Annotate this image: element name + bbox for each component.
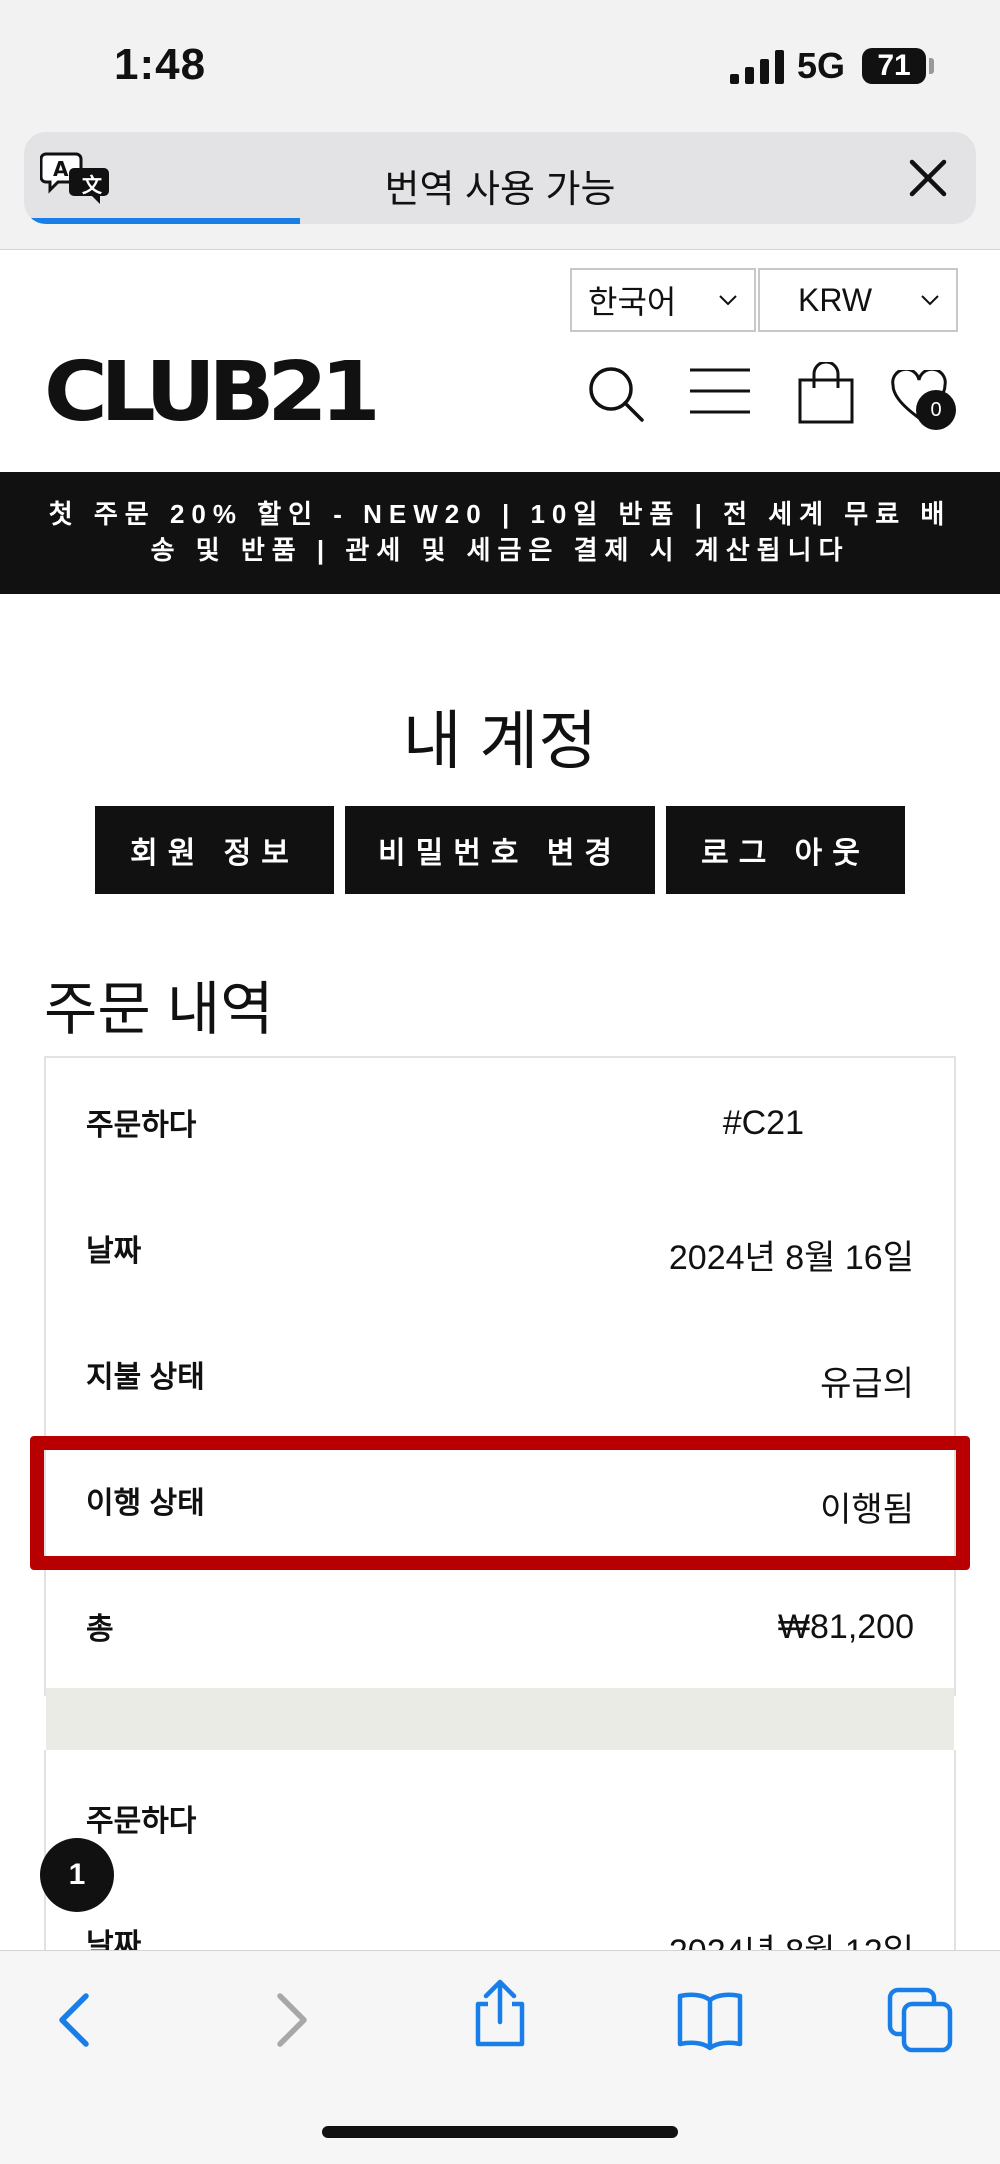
signal-icon bbox=[730, 50, 784, 84]
search-icon[interactable] bbox=[586, 364, 646, 424]
share-icon[interactable] bbox=[464, 1978, 536, 2050]
cart-icon[interactable] bbox=[796, 362, 856, 424]
network-type: 5G bbox=[797, 45, 846, 86]
order-number-row: 주문하다 bbox=[46, 1754, 954, 1854]
order-separator bbox=[46, 1688, 954, 1750]
status-time: 1:48 bbox=[114, 40, 207, 89]
order-number-link[interactable]: #C21 bbox=[723, 1104, 804, 1143]
order-number-row: 주문하다 #C21 bbox=[46, 1058, 954, 1158]
announcement-line-1: 첫 주문 20% 할인 - NEW20 | 10일 반품 | 전 세계 무료 배 bbox=[48, 499, 952, 529]
row-value: ₩81,200 bbox=[777, 1608, 914, 1646]
language-value: 한국어 bbox=[588, 284, 677, 320]
order-date-row: 날짜 2024년 8월 16일 bbox=[46, 1184, 954, 1284]
order-total-row: 총 ₩81,200 bbox=[46, 1562, 954, 1662]
row-label: 주문하다 bbox=[86, 1805, 197, 1838]
currency-value: KRW bbox=[798, 281, 873, 318]
currency-select[interactable]: KRW bbox=[758, 268, 958, 332]
card-border-left bbox=[44, 1750, 46, 1950]
translation-banner: A 文 번역 사용 가능 bbox=[0, 130, 1000, 250]
translation-text: 번역 사용 가능 bbox=[384, 169, 616, 211]
change-password-button[interactable]: 비밀번호 변경 bbox=[345, 806, 655, 894]
battery-tip bbox=[929, 58, 934, 74]
back-icon[interactable] bbox=[40, 1984, 112, 2056]
battery-icon: 71 bbox=[862, 48, 926, 84]
site-logo[interactable]: CLUB21 bbox=[44, 352, 381, 434]
order-history-list: 주문하다 #C21 날짜 2024년 8월 16일 지불 상태 유급의 이행 상… bbox=[44, 1056, 956, 1838]
close-icon[interactable] bbox=[904, 154, 952, 202]
row-label: 총 bbox=[86, 1613, 114, 1646]
payment-status-row: 지불 상태 유급의 bbox=[46, 1310, 954, 1410]
chevron-down-icon bbox=[921, 295, 939, 306]
chevron-down-icon bbox=[719, 295, 737, 306]
row-label: 지불 상태 bbox=[86, 1361, 205, 1394]
card-border-right bbox=[954, 1750, 956, 1950]
announcement-bar: 첫 주문 20% 할인 - NEW20 | 10일 반품 | 전 세계 무료 배… bbox=[0, 472, 1000, 594]
home-indicator bbox=[322, 2126, 678, 2138]
wishlist-count-badge: 0 bbox=[916, 390, 956, 430]
orders-section-title: 주문 내역 bbox=[44, 977, 274, 1042]
row-label: 주문하다 bbox=[86, 1109, 197, 1142]
language-select[interactable]: 한국어 bbox=[570, 268, 756, 332]
translation-pill[interactable]: A 文 번역 사용 가능 bbox=[24, 132, 976, 224]
logout-button[interactable]: 로그 아웃 bbox=[666, 806, 905, 894]
status-bar: 1:48 5G 71 bbox=[0, 0, 1000, 130]
page-title: 내 계정 bbox=[402, 705, 598, 777]
menu-icon[interactable] bbox=[688, 366, 752, 416]
row-value: 2024년 8월 16일 bbox=[668, 1239, 914, 1277]
bookmarks-icon[interactable] bbox=[674, 1984, 746, 2056]
translation-progress-bar bbox=[24, 218, 301, 224]
row-value: 유급의 bbox=[820, 1365, 914, 1403]
forward-icon[interactable] bbox=[254, 1984, 326, 2056]
row-label: 날짜 bbox=[86, 1235, 142, 1268]
highlight-box bbox=[30, 1436, 970, 1570]
floating-step-badge[interactable]: 1 bbox=[40, 1838, 114, 1912]
locale-selects: 한국어 KRW bbox=[570, 268, 958, 332]
member-info-button[interactable]: 회원 정보 bbox=[95, 806, 334, 894]
announcement-line-2: 송 및 반품 | 관세 및 세금은 결제 시 계산됩니다 bbox=[150, 535, 850, 565]
tabs-icon[interactable] bbox=[884, 1984, 956, 2056]
